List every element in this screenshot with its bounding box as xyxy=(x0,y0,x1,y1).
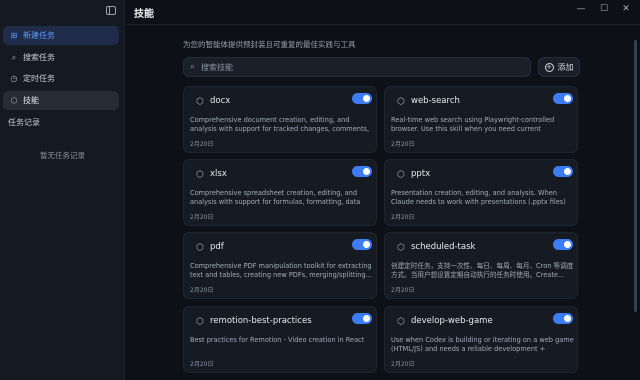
skill-name: pptx xyxy=(411,169,431,179)
skill-enable-toggle[interactable] xyxy=(352,93,372,104)
close-icon[interactable]: ✕ xyxy=(619,4,633,14)
skill-name: scheduled-task xyxy=(411,242,476,252)
divider xyxy=(126,24,640,25)
sidebar-item-label: 搜索任务 xyxy=(23,53,55,62)
cube-icon: ⬡ xyxy=(196,170,204,180)
clock-icon: ◷ xyxy=(10,74,18,83)
sidebar-item-search-task[interactable]: ⌕ 搜索任务 xyxy=(3,48,119,67)
skill-card-web-search[interactable]: ⬡ web-search Real-time web search using … xyxy=(384,86,578,153)
cube-icon: ⬡ xyxy=(397,97,405,107)
empty-history-text: 暂无任务记录 xyxy=(40,151,85,160)
search-icon: ⌕ xyxy=(190,62,196,72)
skill-card-pdf[interactable]: ⬡ pdf Comprehensive PDF manipulation too… xyxy=(183,232,377,299)
skill-card-docx[interactable]: ⬡ docx Comprehensive document creation, … xyxy=(183,86,377,153)
skill-enable-toggle[interactable] xyxy=(553,166,573,177)
skill-name: pdf xyxy=(210,242,224,252)
skill-enable-toggle[interactable] xyxy=(352,313,372,324)
add-skill-label: 添加 xyxy=(557,62,574,72)
sidebar-item-label: 新建任务 xyxy=(23,31,55,40)
skill-date: 2月20日 xyxy=(391,287,415,294)
skill-date: 2月20日 xyxy=(190,141,214,148)
sidebar-toggle-icon[interactable] xyxy=(106,6,116,15)
cube-icon: ⬡ xyxy=(397,317,405,327)
search-icon: ⌕ xyxy=(11,52,17,62)
skill-description: Best practices for Remotion - Video crea… xyxy=(190,336,365,344)
skill-enable-toggle[interactable] xyxy=(352,166,372,177)
cube-icon: ⬡ xyxy=(196,317,204,327)
cube-icon: ⬡ xyxy=(397,243,405,253)
scrollbar[interactable] xyxy=(634,40,637,312)
skill-name: remotion-best-practices xyxy=(210,316,312,326)
skill-description: Use when Codex is building or iterating … xyxy=(391,336,574,353)
main-panel: 技能 — ☐ ✕ 为您的智能体提供预封装且可重复的最佳实践与工具 ⌕ + 添加 … xyxy=(126,0,640,380)
sidebar: ⊞ 新建任务 ⌕ 搜索任务 ◷ 定时任务 ⬡ 技能 任务记录 暂无任务记录 xyxy=(0,0,125,380)
sidebar-item-label: 技能 xyxy=(23,96,39,105)
cube-icon: ⬡ xyxy=(196,97,204,107)
skill-date: 2月20日 xyxy=(190,361,214,368)
minimize-icon[interactable]: — xyxy=(574,4,588,14)
skill-search-box[interactable]: ⌕ xyxy=(183,57,531,77)
skill-description: 创建定时任务，支持一次性、每日、每周、每月、Cron 等调度方式。当用户想设置定… xyxy=(391,262,574,279)
page-subtitle: 为您的智能体提供预封装且可重复的最佳实践与工具 xyxy=(183,40,356,49)
skill-name: web-search xyxy=(411,96,460,106)
skill-name: xlsx xyxy=(210,169,227,179)
skill-date: 2月20日 xyxy=(190,287,214,294)
skill-card-scheduled-task[interactable]: ⬡ scheduled-task 创建定时任务，支持一次性、每日、每周、每月、C… xyxy=(384,232,578,299)
skill-date: 2月20日 xyxy=(190,214,214,221)
cube-icon: ⬡ xyxy=(196,243,204,253)
skill-name: develop-web-game xyxy=(411,316,493,326)
skill-enable-toggle[interactable] xyxy=(352,239,372,250)
sidebar-item-new-task[interactable]: ⊞ 新建任务 xyxy=(3,26,119,45)
skill-description: Comprehensive document creation, editing… xyxy=(190,116,370,133)
skill-description: Comprehensive PDF manipulation toolkit f… xyxy=(190,262,372,279)
skill-search-input[interactable] xyxy=(201,62,502,72)
skill-description: Comprehensive spreadsheet creation, edit… xyxy=(190,189,361,206)
skill-card-pptx[interactable]: ⬡ pptx Presentation creation, editing, a… xyxy=(384,159,578,226)
skill-description: Real-time web search using Playwright-co… xyxy=(391,116,555,133)
cube-icon: ⬡ xyxy=(10,96,18,105)
skill-enable-toggle[interactable] xyxy=(553,239,573,250)
skill-date: 2月20日 xyxy=(391,361,415,368)
maximize-icon[interactable]: ☐ xyxy=(597,4,611,14)
skill-date: 2月20日 xyxy=(391,214,415,221)
cube-icon: ⬡ xyxy=(397,170,405,180)
task-history-label: 任务记录 xyxy=(8,118,40,127)
skill-enable-toggle[interactable] xyxy=(553,93,573,104)
sidebar-item-label: 定时任务 xyxy=(23,74,55,83)
skill-card-develop-web-game[interactable]: ⬡ develop-web-game Use when Codex is bui… xyxy=(384,306,578,373)
sidebar-item-scheduled-task[interactable]: ◷ 定时任务 xyxy=(3,69,119,88)
add-skill-button[interactable]: + 添加 xyxy=(538,57,580,77)
page-title: 技能 xyxy=(134,9,154,20)
skill-enable-toggle[interactable] xyxy=(553,313,573,324)
square-plus-icon: ⊞ xyxy=(10,31,18,40)
skill-card-remotion-best-practices[interactable]: ⬡ remotion-best-practices Best practices… xyxy=(183,306,377,373)
skill-name: docx xyxy=(210,96,231,106)
plus-circle-icon: + xyxy=(544,62,554,72)
sidebar-item-skills[interactable]: ⬡ 技能 xyxy=(3,91,119,110)
skill-description: Presentation creation, editing, and anal… xyxy=(391,189,566,206)
skill-date: 2月20日 xyxy=(391,141,415,148)
skill-card-xlsx[interactable]: ⬡ xlsx Comprehensive spreadsheet creatio… xyxy=(183,159,377,226)
